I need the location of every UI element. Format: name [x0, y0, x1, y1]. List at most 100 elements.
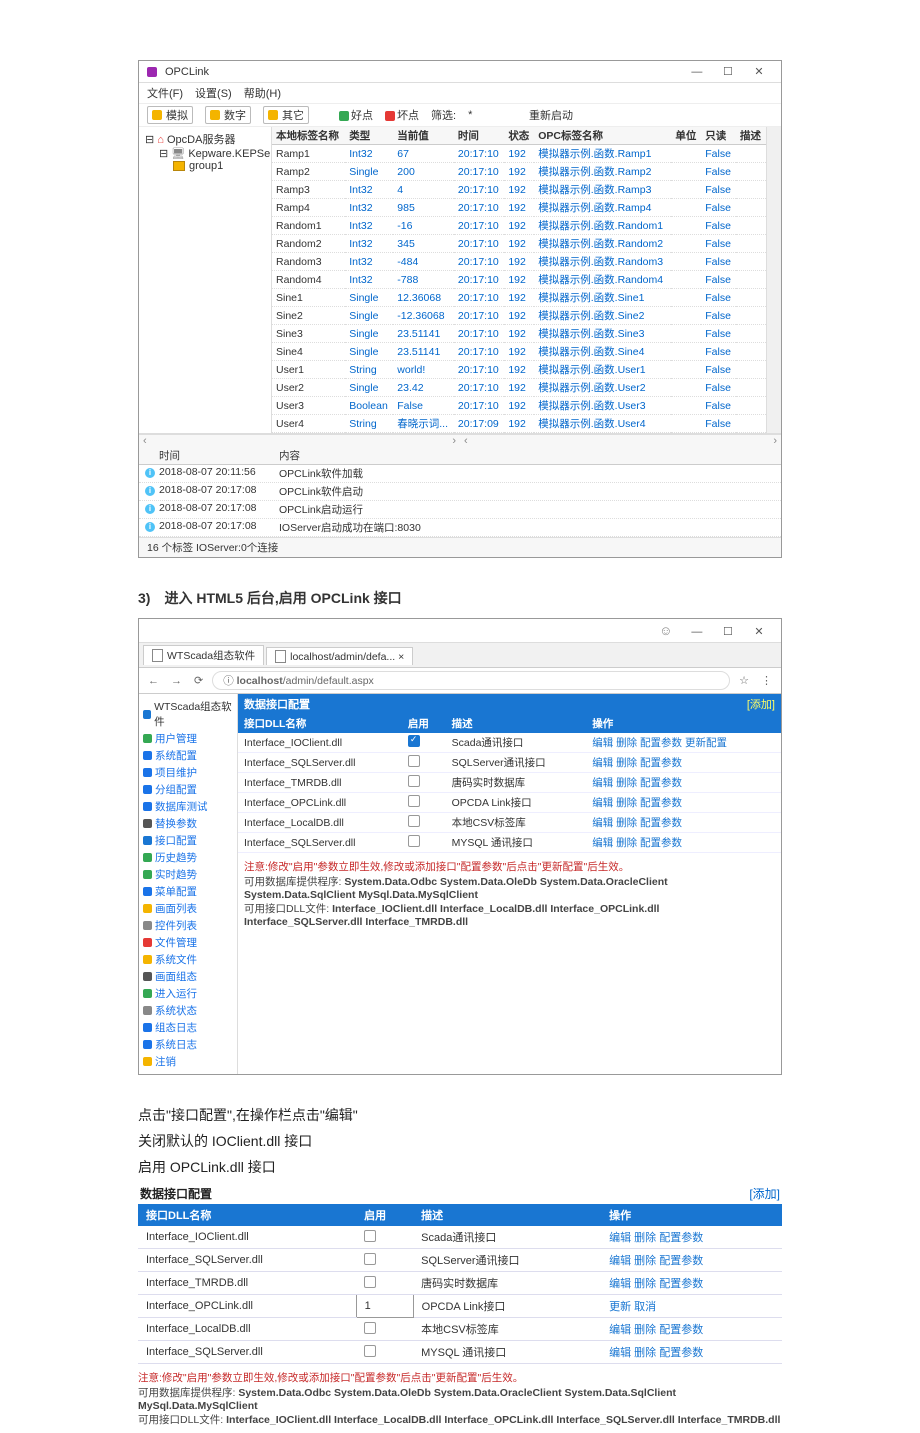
checkbox-icon[interactable]: [364, 1230, 376, 1242]
table-row[interactable]: Sine4Single23.5114120:17:10192模拟器示例.函数.S…: [272, 343, 766, 361]
add-button[interactable]: [添加]: [747, 696, 775, 712]
browser-tab-1[interactable]: WTScada组态软件: [143, 645, 264, 665]
menu-settings[interactable]: 设置(S): [195, 85, 232, 101]
table-row[interactable]: Random3Int32-48420:17:10192模拟器示例.函数.Rand…: [272, 253, 766, 271]
column-header[interactable]: 当前值: [393, 127, 454, 145]
column-header[interactable]: 只读: [701, 127, 736, 145]
column-header[interactable]: 接口DLL名称: [138, 1204, 356, 1226]
table-row[interactable]: Ramp4Int3298520:17:10192模拟器示例.函数.Ramp4Fa…: [272, 199, 766, 217]
forward-icon[interactable]: →: [168, 675, 185, 687]
column-header[interactable]: 接口DLL名称: [238, 714, 402, 733]
table-row[interactable]: Interface_IOClient.dllScada通讯接口编辑 删除 配置参…: [138, 1226, 782, 1249]
action-cell[interactable]: 编辑 删除 配置参数: [601, 1249, 782, 1272]
column-header[interactable]: 描述: [413, 1204, 601, 1226]
table-row[interactable]: Ramp2Single20020:17:10192模拟器示例.函数.Ramp2F…: [272, 163, 766, 181]
menu-icon[interactable]: ⋮: [758, 674, 775, 687]
sidebar-item[interactable]: 画面组态: [143, 968, 233, 985]
column-header[interactable]: 状态: [504, 127, 534, 145]
column-header[interactable]: OPC标签名称: [534, 127, 671, 145]
column-header[interactable]: 描述: [446, 714, 587, 733]
action-cell[interactable]: 编辑 删除 配置参数: [586, 753, 781, 773]
column-header[interactable]: 类型: [345, 127, 393, 145]
filter-value[interactable]: *: [468, 109, 472, 121]
toolbar-other[interactable]: 其它: [263, 106, 309, 124]
checkbox-icon[interactable]: [408, 795, 420, 807]
table-row[interactable]: Random1Int32-1620:17:10192模拟器示例.函数.Rando…: [272, 217, 766, 235]
column-header[interactable]: 描述: [736, 127, 766, 145]
action-cell[interactable]: 更新 取消: [601, 1295, 782, 1318]
table-row[interactable]: Interface_SQLServer.dllSQLServer通讯接口编辑 删…: [138, 1249, 782, 1272]
action-cell[interactable]: 编辑 删除 配置参数 更新配置: [586, 733, 781, 753]
sidebar-item[interactable]: 进入运行: [143, 985, 233, 1002]
sidebar-item[interactable]: 系统日志: [143, 1036, 233, 1053]
action-cell[interactable]: 编辑 删除 配置参数: [586, 773, 781, 793]
tree-root[interactable]: ⊟ ⌂ OpcDA服务器: [145, 131, 265, 147]
column-header[interactable]: 启用: [402, 714, 446, 733]
tag-table[interactable]: 本地标签名称类型当前值时间状态OPC标签名称单位只读描述 Ramp1Int326…: [272, 127, 766, 433]
sidebar-item[interactable]: 画面列表: [143, 900, 233, 917]
column-header[interactable]: 本地标签名称: [272, 127, 345, 145]
interface-table[interactable]: 接口DLL名称启用描述操作 Interface_IOClient.dllScad…: [238, 714, 781, 853]
action-cell[interactable]: 编辑 删除 配置参数: [601, 1318, 782, 1341]
vertical-scrollbar[interactable]: [766, 127, 781, 433]
browser-tab-2[interactable]: localhost/admin/defa... ×: [266, 647, 413, 665]
checkbox-icon[interactable]: [364, 1276, 376, 1288]
table-row[interactable]: Ramp3Int32420:17:10192模拟器示例.函数.Ramp3Fals…: [272, 181, 766, 199]
action-cell[interactable]: 编辑 删除 配置参数: [586, 833, 781, 853]
user-icon[interactable]: ☺: [652, 623, 680, 638]
column-header[interactable]: 操作: [601, 1204, 782, 1226]
sidebar-item[interactable]: 用户管理: [143, 730, 233, 747]
sidebar-item[interactable]: 注销: [143, 1053, 233, 1070]
url-field[interactable]: ⓘ localhost/admin/default.aspx: [212, 671, 730, 690]
maximize-icon[interactable]: ☐: [714, 65, 742, 78]
checkbox-icon[interactable]: [364, 1345, 376, 1357]
toolbar-num[interactable]: 数字: [205, 106, 251, 124]
sidebar-item[interactable]: 菜单配置: [143, 883, 233, 900]
checkbox-icon[interactable]: [408, 835, 420, 847]
sidebar-item[interactable]: 组态日志: [143, 1019, 233, 1036]
table-row[interactable]: User1Stringworld!20:17:10192模拟器示例.函数.Use…: [272, 361, 766, 379]
table-row[interactable]: User2Single23.4220:17:10192模拟器示例.函数.User…: [272, 379, 766, 397]
close-icon[interactable]: ✕: [745, 625, 773, 638]
back-icon[interactable]: ←: [145, 675, 162, 687]
menu-help[interactable]: 帮助(H): [244, 85, 281, 101]
add-button[interactable]: [添加]: [749, 1185, 780, 1202]
toolbar-good[interactable]: 好点: [339, 107, 373, 123]
toolbar-sim[interactable]: 模拟: [147, 106, 193, 124]
reload-icon[interactable]: ⟳: [191, 674, 206, 687]
sidebar-item[interactable]: 分组配置: [143, 781, 233, 798]
table-row[interactable]: Interface_IOClient.dllScada通讯接口编辑 删除 配置参…: [238, 733, 781, 753]
sidebar-item[interactable]: 替换参数: [143, 815, 233, 832]
sidebar-item[interactable]: 实时趋势: [143, 866, 233, 883]
toolbar-restart[interactable]: 重新启动: [529, 107, 573, 123]
sidebar-item[interactable]: 系统文件: [143, 951, 233, 968]
sidebar-item[interactable]: 历史趋势: [143, 849, 233, 866]
table-row[interactable]: Random4Int32-78820:17:10192模拟器示例.函数.Rand…: [272, 271, 766, 289]
browser-titlebar[interactable]: ☺ — ☐ ✕: [139, 619, 781, 643]
toolbar-bad[interactable]: 坏点: [385, 107, 419, 123]
titlebar[interactable]: OPCLink — ☐ ✕: [139, 61, 781, 83]
checkbox-icon[interactable]: [408, 815, 420, 827]
browser-tabs[interactable]: WTScada组态软件 localhost/admin/defa... ×: [139, 643, 781, 668]
menu-file[interactable]: 文件(F): [147, 85, 183, 101]
table-row[interactable]: Sine2Single-12.3606820:17:10192模拟器示例.函数.…: [272, 307, 766, 325]
checkbox-icon[interactable]: [408, 755, 420, 767]
column-header[interactable]: 时间: [454, 127, 504, 145]
action-cell[interactable]: 编辑 删除 配置参数: [586, 793, 781, 813]
checkbox-icon[interactable]: [408, 775, 420, 787]
column-header[interactable]: 启用: [356, 1204, 413, 1226]
column-header[interactable]: 单位: [671, 127, 701, 145]
horizontal-scrollbar[interactable]: ‹ › ‹ ›: [139, 434, 781, 447]
sidebar-item[interactable]: 系统状态: [143, 1002, 233, 1019]
table-row[interactable]: Interface_OPCLink.dll1OPCDA Link接口更新 取消: [138, 1295, 782, 1318]
checkbox-icon[interactable]: [364, 1322, 376, 1334]
sidebar-item[interactable]: 系统配置: [143, 747, 233, 764]
table-row[interactable]: Interface_LocalDB.dll本地CSV标签库编辑 删除 配置参数: [138, 1318, 782, 1341]
table-row[interactable]: Interface_TMRDB.dll唐码实时数据库编辑 删除 配置参数: [238, 773, 781, 793]
table-row[interactable]: User4String春晓示词...20:17:09192模拟器示例.函数.Us…: [272, 415, 766, 433]
admin-sidebar[interactable]: WTScada组态软件 用户管理系统配置项目维护分组配置数据库测试替换参数接口配…: [139, 694, 238, 1074]
tree-group[interactable]: group1: [145, 160, 265, 172]
enable-input[interactable]: 1: [356, 1295, 413, 1318]
table-row[interactable]: Interface_LocalDB.dll本地CSV标签库编辑 删除 配置参数: [238, 813, 781, 833]
checkbox-icon[interactable]: [364, 1253, 376, 1265]
